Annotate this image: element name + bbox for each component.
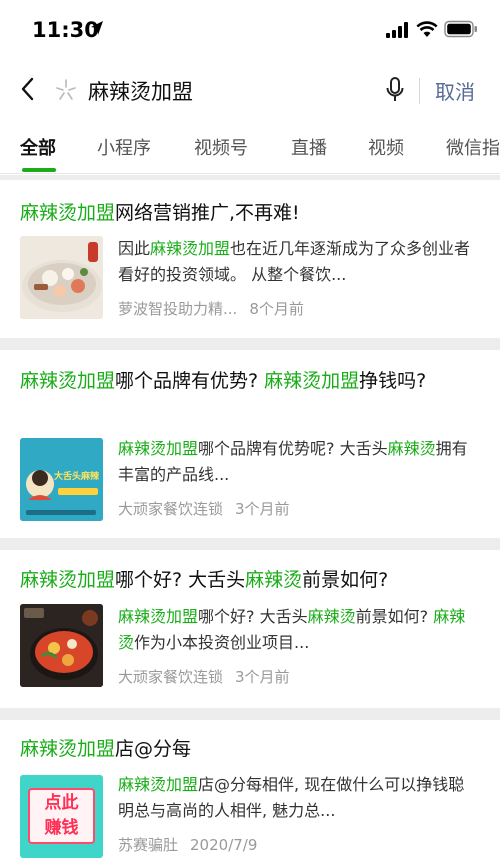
badge-line-1: 点此: [44, 793, 79, 813]
search-bar: 麻辣烫加盟 取消: [0, 62, 500, 118]
text-segment: 网络营销推广,不再难!: [115, 202, 300, 224]
result-card[interactable]: 麻辣烫加盟哪个好? 大舌头麻辣烫前景如何? 麻辣烫加盟哪个好? 大舌头麻辣烫前景…: [0, 550, 500, 708]
thumbnail-badge: 点此 赚钱: [28, 788, 95, 844]
result-meta: 大顽家餐饮连锁 3个月前: [118, 666, 290, 687]
text-segment: 店@分每: [115, 738, 192, 760]
highlight-keyword: 麻辣烫: [387, 439, 436, 458]
highlight-keyword: 麻辣烫: [245, 569, 303, 591]
text-segment: 作为小本投资创业项目...: [134, 633, 310, 652]
tab-live[interactable]: 直播: [291, 134, 327, 160]
divider: [0, 708, 500, 720]
wifi-icon: [416, 21, 438, 37]
divider: [0, 538, 500, 550]
highlight-keyword: 麻辣烫加盟: [20, 370, 116, 392]
highlight-keyword: 麻辣烫加盟: [20, 569, 116, 591]
result-thumbnail: [20, 236, 103, 319]
text-segment: 前景如何?: [355, 607, 434, 626]
result-snippet: 因此麻辣烫加盟也在近几年逐渐成为了众多创业者看好的投资领域。 从整个餐饮...: [118, 236, 480, 288]
tab-channels[interactable]: 视频号: [194, 134, 248, 160]
result-source: 大顽家餐饮连锁: [118, 500, 224, 518]
highlight-keyword: 麻辣烫加盟: [20, 738, 116, 760]
result-time: 3个月前: [235, 500, 290, 518]
result-title[interactable]: 麻辣烫加盟哪个品牌有优势? 麻辣烫加盟挣钱吗?: [20, 366, 478, 397]
badge-line-2: 赚钱: [44, 818, 79, 838]
tab-wechat-index[interactable]: 微信指数: [446, 134, 500, 160]
result-snippet: 麻辣烫加盟哪个品牌有优势呢? 大舌头麻辣烫拥有丰富的产品线...: [118, 436, 480, 488]
tab-videos[interactable]: 视频: [368, 134, 404, 160]
search-input[interactable]: 麻辣烫加盟: [88, 76, 193, 106]
text-segment: 前景如何?: [302, 569, 389, 591]
thumbnail-caption: 大舌头麻辣: [54, 472, 100, 482]
status-time: 11:30: [32, 18, 99, 42]
battery-icon: [444, 20, 477, 38]
status-bar: 11:30: [0, 0, 500, 62]
highlight-keyword: 麻辣烫加盟: [118, 607, 199, 626]
highlight-keyword: 麻辣烫加盟: [118, 775, 199, 794]
text-segment: 因此: [118, 239, 151, 258]
tab-bar: 全部 小程序 视频号 直播 视频 微信指数: [0, 118, 500, 174]
tab-mini-programs[interactable]: 小程序: [97, 134, 151, 160]
search-divider: [419, 78, 420, 104]
back-icon[interactable]: [18, 76, 38, 102]
highlight-keyword: 麻辣烫加盟: [118, 439, 199, 458]
text-segment: 哪个品牌有优势?: [115, 370, 265, 392]
result-card[interactable]: 麻辣烫加盟哪个品牌有优势? 麻辣烫加盟挣钱吗? 大舌头麻辣 麻辣烫加盟哪个品牌有…: [0, 350, 500, 538]
signal-icon: [386, 22, 408, 38]
text-segment: 哪个好? 大舌头: [115, 569, 246, 591]
result-title[interactable]: 麻辣烫加盟店@分每: [20, 734, 478, 765]
result-time: 2020/7/9: [190, 836, 258, 854]
result-card[interactable]: 麻辣烫加盟店@分每 点此 赚钱 麻辣烫加盟店@分每相伴, 现在做什么可以挣钱聪明…: [0, 720, 500, 865]
text-segment: 挣钱吗?: [359, 370, 427, 392]
result-thumbnail: 大舌头麻辣: [20, 438, 103, 521]
active-tab-indicator: [22, 168, 56, 172]
microphone-icon[interactable]: [385, 76, 405, 104]
text-segment: 哪个品牌有优势呢? 大舌头: [198, 439, 388, 458]
result-snippet: 麻辣烫加盟哪个好? 大舌头麻辣烫前景如何? 麻辣烫作为小本投资创业项目...: [118, 604, 480, 656]
result-thumbnail: 点此 赚钱: [20, 775, 103, 858]
highlight-keyword: 麻辣烫加盟: [150, 239, 231, 258]
result-card[interactable]: 麻辣烫加盟网络营销推广,不再难! 因此麻辣烫加盟也在近几年逐渐成为了众多创业者看…: [0, 180, 500, 338]
result-source: 大顽家餐饮连锁: [118, 668, 224, 686]
result-time: 3个月前: [235, 668, 290, 686]
result-title[interactable]: 麻辣烫加盟网络营销推广,不再难!: [20, 198, 478, 229]
result-meta: 大顽家餐饮连锁 3个月前: [118, 498, 290, 519]
result-source: 苏赛骗肚: [118, 836, 179, 854]
result-meta: 苏赛骗肚 2020/7/9: [118, 834, 257, 855]
divider: [0, 338, 500, 350]
tab-all[interactable]: 全部: [20, 134, 56, 160]
location-arrow-icon: [91, 21, 103, 35]
result-title[interactable]: 麻辣烫加盟哪个好? 大舌头麻辣烫前景如何?: [20, 565, 478, 596]
result-thumbnail: [20, 604, 103, 687]
result-source: 萝波智投助力精...: [118, 300, 238, 318]
result-time: 8个月前: [249, 300, 304, 318]
highlight-keyword: 麻辣烫: [307, 607, 356, 626]
cancel-button[interactable]: 取消: [435, 76, 475, 105]
highlight-keyword: 麻辣烫加盟: [20, 202, 116, 224]
text-segment: 哪个好? 大舌头: [198, 607, 308, 626]
result-snippet: 麻辣烫加盟店@分每相伴, 现在做什么可以挣钱聪明总与高尚的人相伴, 魅力总...: [118, 772, 480, 824]
sparkle-icon: [56, 79, 76, 100]
result-meta: 萝波智投助力精... 8个月前: [118, 298, 304, 319]
highlight-keyword: 麻辣烫加盟: [264, 370, 360, 392]
